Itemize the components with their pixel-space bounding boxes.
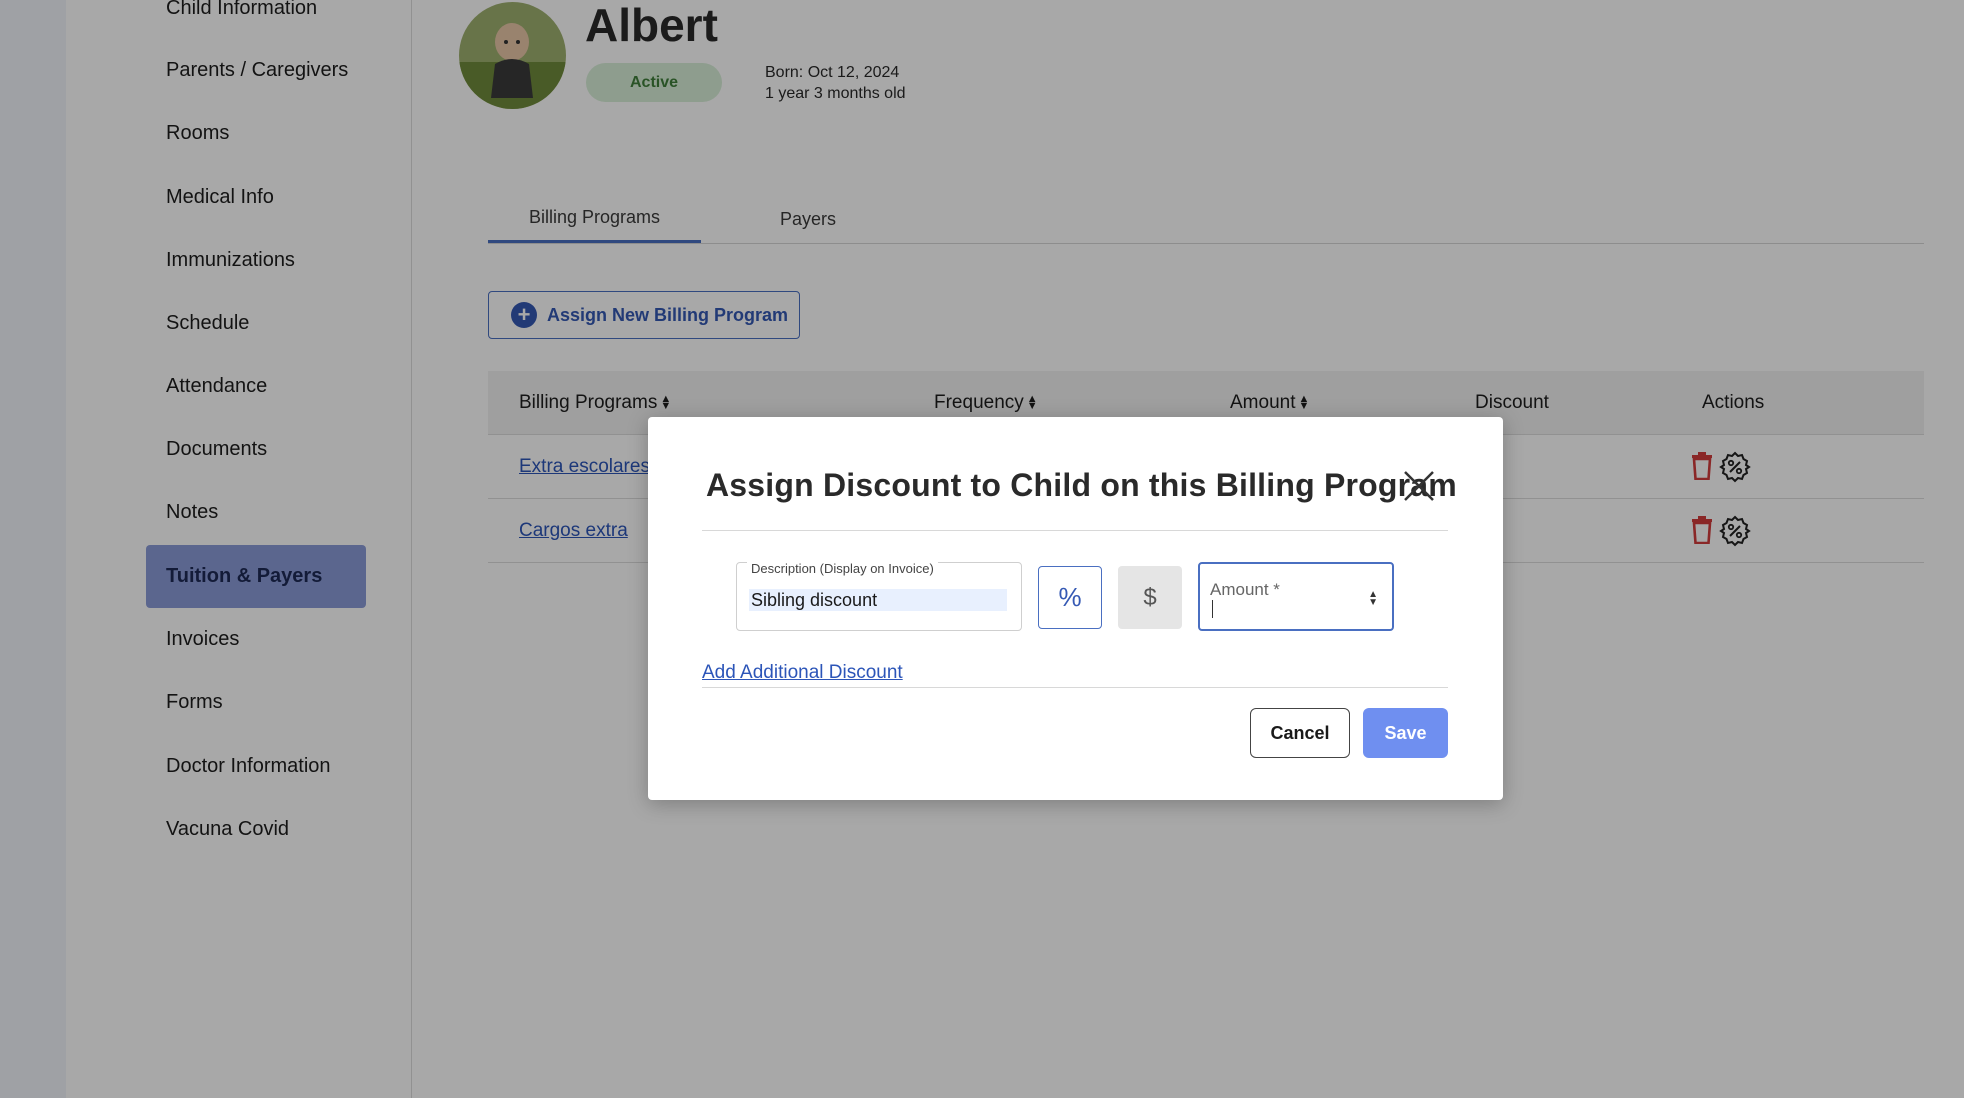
description-field[interactable]: Description (Display on Invoice) Sibling… xyxy=(736,561,1022,631)
text-cursor xyxy=(1212,600,1213,618)
number-spinner-icon[interactable]: ▲ ▼ xyxy=(1368,590,1378,608)
amount-label: Amount * xyxy=(1210,580,1280,599)
percent-toggle-button[interactable]: % xyxy=(1038,566,1102,629)
dollar-toggle-button[interactable]: $ xyxy=(1118,566,1182,629)
assign-discount-modal: Assign Discount to Child on this Billing… xyxy=(648,417,1503,800)
modal-title: Assign Discount to Child on this Billing… xyxy=(706,467,1457,503)
close-icon[interactable] xyxy=(1402,469,1436,503)
save-button[interactable]: Save xyxy=(1363,708,1448,758)
add-additional-discount-link[interactable]: Add Additional Discount xyxy=(702,662,903,684)
description-input[interactable]: Sibling discount xyxy=(749,589,1007,611)
modal-divider xyxy=(702,530,1448,531)
description-label: Description (Display on Invoice) xyxy=(747,561,938,576)
modal-divider xyxy=(702,687,1448,688)
cancel-button[interactable]: Cancel xyxy=(1250,708,1350,758)
amount-field[interactable]: Amount * ▲ ▼ xyxy=(1198,562,1394,631)
